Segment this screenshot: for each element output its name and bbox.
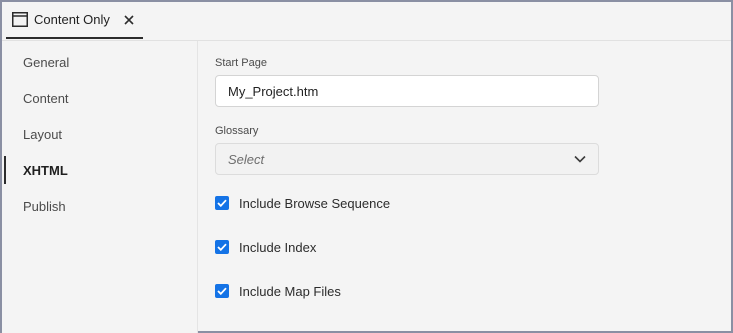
settings-panel: Start Page Glossary Select Include Brows…	[199, 41, 731, 333]
sidebar-item-layout[interactable]: Layout	[2, 120, 197, 148]
include-browse-sequence-checkbox[interactable]: Include Browse Sequence	[215, 194, 390, 212]
checkbox-checked[interactable]	[215, 196, 229, 210]
tab-content-only[interactable]: Content Only	[6, 2, 143, 39]
sidebar-item-label: XHTML	[23, 162, 68, 178]
chevron-down-icon	[574, 155, 586, 163]
sidebar-item-general[interactable]: General	[2, 48, 197, 76]
start-page-input[interactable]	[215, 75, 599, 107]
sidebar-item-label: Layout	[23, 126, 63, 142]
sidebar-item-publish[interactable]: Publish	[2, 192, 197, 220]
start-page-label: Start Page	[215, 57, 267, 69]
include-index-checkbox[interactable]: Include Index	[215, 238, 316, 256]
checkbox-label: Include Browse Sequence	[239, 195, 391, 211]
sidebar-item-label: Content	[23, 90, 69, 106]
sidebar-item-label: Publish	[23, 198, 66, 214]
checkbox-checked[interactable]	[215, 240, 229, 254]
glossary-label: Glossary	[215, 125, 259, 137]
glossary-placeholder: Select	[228, 151, 265, 167]
sidebar-item-xhtml[interactable]: XHTML	[2, 156, 197, 184]
tab-strip: Content Only	[2, 2, 731, 41]
sidebar-nav: General Content Layout XHTML Publish	[2, 41, 198, 333]
sidebar-item-label: General	[23, 54, 70, 70]
close-icon[interactable]	[124, 14, 134, 25]
window-icon	[12, 12, 28, 27]
glossary-select[interactable]: Select	[215, 143, 599, 175]
checkbox-checked[interactable]	[215, 284, 229, 298]
dialog-window: Content Only General Content Layout XHTM…	[0, 0, 733, 333]
sidebar-item-content[interactable]: Content	[2, 84, 197, 112]
checkbox-label: Include Map Files	[239, 283, 341, 299]
include-map-files-checkbox[interactable]: Include Map Files	[215, 282, 341, 300]
tab-label: Content Only	[34, 12, 110, 27]
checkbox-label: Include Index	[239, 239, 317, 255]
